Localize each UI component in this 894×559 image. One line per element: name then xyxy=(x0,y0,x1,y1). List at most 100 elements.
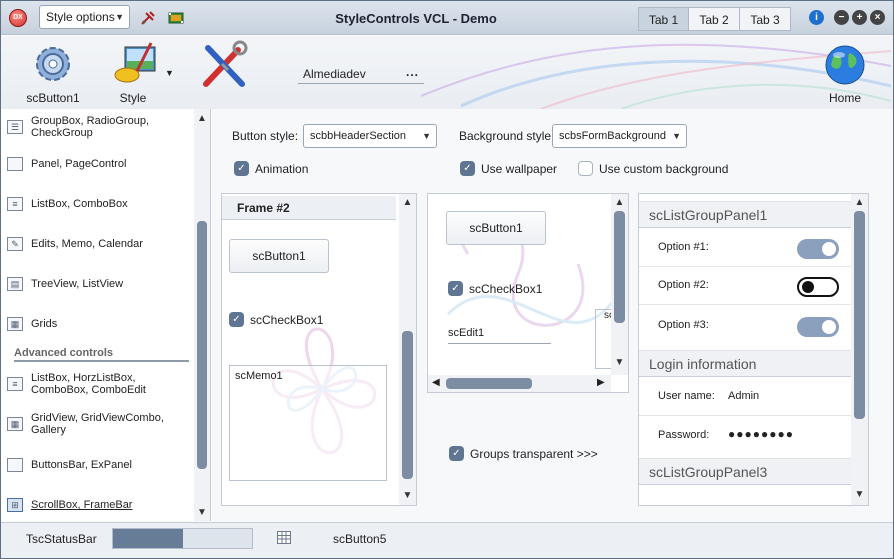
advanced-controls-header: Advanced controls xyxy=(14,347,189,362)
option-row-1: Option #1: xyxy=(639,229,851,267)
scrollbox-hscrollbar[interactable]: ◀ ▶ xyxy=(428,375,611,392)
paint-palette-icon xyxy=(114,42,156,83)
tab-2[interactable]: Tab 2 xyxy=(689,7,740,31)
background-style-combo[interactable]: scbsFormBackground ▼ xyxy=(552,124,687,148)
list-group-panel1-header[interactable]: scListGroupPanel1 xyxy=(639,201,851,228)
tools-toolbar-button[interactable] xyxy=(196,40,252,100)
nav-item-adv-gridview[interactable]: ▦ GridView, GridViewCombo, Gallery xyxy=(7,411,187,437)
scrollbox-hscroll-thumb[interactable] xyxy=(446,378,532,389)
style-toolbar-button[interactable]: ▼ Style xyxy=(98,40,178,110)
checkmark-icon: ✓ xyxy=(229,312,244,327)
list-group-scroll-thumb[interactable] xyxy=(854,211,865,419)
background-style-value: scbsFormBackground xyxy=(559,130,666,142)
scroll-scedit1[interactable]: scEdit1 xyxy=(448,327,551,344)
chevron-up-icon[interactable]: ▲ xyxy=(194,113,210,124)
grid-icon[interactable] xyxy=(277,531,291,544)
nav-item-groupbox[interactable]: ☰ GroupBox, RadioGroup, CheckGroup xyxy=(7,115,187,139)
frame-scrollbar[interactable]: ▲ ▼ xyxy=(399,194,416,505)
status-bar: TscStatusBar scButton5 xyxy=(1,522,893,558)
toolbar-edit[interactable]: Almediadev ... xyxy=(298,64,424,84)
grid-icon: ▦ xyxy=(7,317,23,331)
user-name-value[interactable]: Admin xyxy=(728,390,759,402)
scbutton1-toolbar-button[interactable]: scButton1 xyxy=(16,40,90,110)
option-1-toggle[interactable] xyxy=(797,239,839,259)
minimize-icon[interactable]: − xyxy=(834,10,849,25)
left-panel-scrollbar[interactable]: ▲ ▼ xyxy=(194,109,210,521)
left-panel-scroll-thumb[interactable] xyxy=(197,221,207,469)
nav-item-label: ListBox, HorzListBox, ComboBox, ComboEdi… xyxy=(31,372,146,396)
button-style-value: scbbHeaderSection xyxy=(310,130,407,142)
password-value[interactable]: ●●●●●●●● xyxy=(728,427,794,441)
checkmark-icon: ✓ xyxy=(234,161,249,176)
scrollbox-vscroll-thumb[interactable] xyxy=(614,211,625,323)
toolbar-edit-value: Almediadev xyxy=(303,67,366,81)
chevron-down-icon[interactable]: ▼ xyxy=(194,507,210,518)
option-row-2: Option #2: xyxy=(639,267,851,305)
list-group-scrollbar[interactable]: ▲ ▼ xyxy=(851,194,868,505)
scmemo1[interactable]: scMemo1 xyxy=(229,365,387,481)
style-chevron-down-icon[interactable]: ▼ xyxy=(165,68,174,78)
scroll-checkbox[interactable]: ✓ scCheckBox1 xyxy=(448,281,542,296)
scroll-checkbox-label: scCheckBox1 xyxy=(469,281,543,296)
background-style-label: Background style: xyxy=(459,129,555,143)
chevron-up-icon[interactable]: ▲ xyxy=(399,197,416,208)
frame-checkbox-label: scCheckBox1 xyxy=(250,312,324,327)
close-icon[interactable]: × xyxy=(870,10,885,25)
nav-item-adv-scrollbox[interactable]: ⊞ ScrollBox, FrameBar xyxy=(7,497,187,513)
animation-label: Animation xyxy=(255,161,309,176)
option-row-3: Option #3: xyxy=(639,307,851,345)
custom-background-checkbox[interactable]: Use custom background xyxy=(578,161,728,176)
checkmark-icon: ✓ xyxy=(460,161,475,176)
nav-item-panel[interactable]: Panel, PageControl xyxy=(7,156,187,172)
frame-2-header: Frame #2 xyxy=(222,196,396,220)
chevron-right-icon[interactable]: ▶ xyxy=(597,377,605,388)
nav-item-label: GridView, GridViewCombo, Gallery xyxy=(31,412,164,436)
frame-scroll-thumb[interactable] xyxy=(402,331,413,479)
list-group-panel3-header[interactable]: scListGroupPanel3 xyxy=(639,458,851,485)
scbutton5[interactable]: scButton5 xyxy=(333,532,386,546)
title-bar: DX Style options ▼ StyleControls VCL - D… xyxy=(1,1,893,35)
button-style-combo[interactable]: scbbHeaderSection ▼ xyxy=(303,124,437,148)
home-toolbar-button[interactable]: Home xyxy=(817,40,873,110)
custom-background-label: Use custom background xyxy=(599,161,729,176)
animation-checkbox[interactable]: ✓ Animation xyxy=(234,161,308,176)
scbutton1-label: scButton1 xyxy=(26,91,80,105)
list-icon: ☰ xyxy=(7,120,23,134)
frame-2-panel: Frame #2 scButton1 ✓ scCheckBox1 scMemo1… xyxy=(221,193,417,506)
chevron-up-icon[interactable]: ▲ xyxy=(851,197,868,208)
chevron-left-icon[interactable]: ◀ xyxy=(432,377,440,388)
tab-3[interactable]: Tab 3 xyxy=(740,7,791,31)
chevron-up-icon[interactable]: ▲ xyxy=(611,197,628,208)
groups-transparent-checkbox[interactable]: ✓ Groups transparent >>> xyxy=(449,446,598,461)
frame-checkbox[interactable]: ✓ scCheckBox1 xyxy=(229,312,323,327)
scroll-scbutton1[interactable]: scButton1 xyxy=(446,211,546,245)
option-3-toggle[interactable] xyxy=(797,317,839,337)
info-icon[interactable]: i xyxy=(809,10,824,25)
toolbar-edit-ellipsis-button[interactable]: ... xyxy=(406,62,419,82)
nav-item-adv-buttonsbar[interactable]: ButtonsBar, ExPanel xyxy=(7,457,187,473)
frame-scbutton1[interactable]: scButton1 xyxy=(229,239,329,273)
nav-item-label: Grids xyxy=(31,318,58,330)
nav-item-label: ButtonsBar, ExPanel xyxy=(31,459,132,471)
use-wallpaper-checkbox[interactable]: ✓ Use wallpaper xyxy=(460,161,557,176)
status-bar-text: TscStatusBar xyxy=(26,532,97,546)
buttonsbar-icon xyxy=(7,458,23,472)
maximize-icon[interactable]: + xyxy=(852,10,867,25)
scrollbox-vscrollbar[interactable]: ▲ ▼ xyxy=(611,194,628,375)
nav-item-label: ScrollBox, FrameBar xyxy=(31,499,133,511)
home-label: Home xyxy=(828,91,861,105)
login-info-header[interactable]: Login information xyxy=(639,350,851,377)
panel-icon xyxy=(7,157,23,171)
nav-item-edits[interactable]: ✎ Edits, Memo, Calendar xyxy=(7,236,187,252)
nav-item-grids[interactable]: ▦ Grids xyxy=(7,316,187,332)
chevron-down-icon[interactable]: ▼ xyxy=(851,489,868,500)
nav-item-adv-listbox[interactable]: ≡ ListBox, HorzListBox, ComboBox, ComboE… xyxy=(7,371,187,397)
gear-icon xyxy=(36,47,70,81)
chevron-down-icon[interactable]: ▼ xyxy=(399,490,416,501)
nav-item-listbox[interactable]: ≡ ListBox, ComboBox xyxy=(7,196,187,212)
list-group-panel: scListGroupPanel1 Option #1: Option #2: … xyxy=(638,193,869,506)
chevron-down-icon[interactable]: ▼ xyxy=(611,357,628,368)
nav-item-treeview[interactable]: ▤ TreeView, ListView xyxy=(7,276,187,292)
option-2-toggle[interactable] xyxy=(797,277,839,297)
tab-1[interactable]: Tab 1 xyxy=(638,7,689,31)
